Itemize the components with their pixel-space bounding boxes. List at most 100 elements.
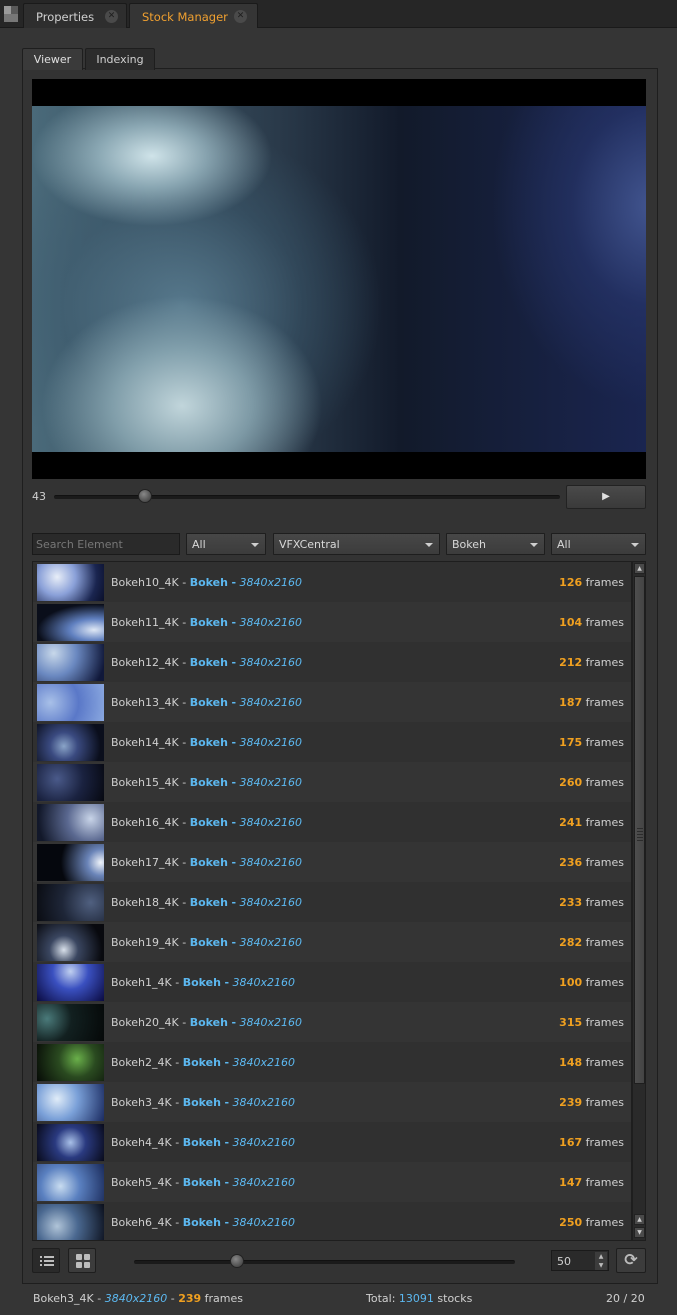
list-item[interactable]: Bokeh13_4K - Bokeh - 3840x2160 187 frames — [33, 682, 631, 722]
timeline-scrubber-handle[interactable] — [138, 489, 153, 503]
stock-label: Bokeh2_4K - Bokeh - 3840x2160 — [111, 1056, 295, 1069]
stock-frames-word: frames — [585, 1096, 624, 1109]
stock-name: Bokeh1_4K — [111, 976, 172, 989]
list-item[interactable]: Bokeh14_4K - Bokeh - 3840x2160 175 frames — [33, 722, 631, 762]
stock-category: Bokeh — [189, 896, 228, 909]
category-filter-value: Bokeh — [452, 538, 486, 551]
category-filter-dropdown[interactable]: Bokeh — [446, 533, 545, 555]
tab-properties[interactable]: Properties ✕ — [23, 3, 127, 28]
stock-category: Bokeh — [182, 1136, 221, 1149]
list-item[interactable]: Bokeh16_4K - Bokeh - 3840x2160 241 frames — [33, 802, 631, 842]
stock-resolution: 3840x2160 — [239, 656, 303, 669]
list-item[interactable]: Bokeh18_4K - Bokeh - 3840x2160 233 frames — [33, 882, 631, 922]
panel-grip-icon[interactable] — [4, 6, 18, 22]
stock-separator: - — [231, 816, 237, 829]
status-separator: - — [97, 1292, 102, 1305]
stock-label: Bokeh20_4K - Bokeh - 3840x2160 — [111, 1016, 302, 1029]
stock-frames: 126 frames — [559, 576, 624, 589]
play-button[interactable]: ▶ — [566, 485, 646, 509]
thumbnail-size-slider-handle[interactable] — [229, 1254, 244, 1268]
grid-view-button[interactable] — [68, 1248, 96, 1273]
stock-category: Bokeh — [182, 976, 221, 989]
stock-frames: 147 frames — [559, 1176, 624, 1189]
stock-frames-word: frames — [585, 896, 624, 909]
stock-label: Bokeh11_4K - Bokeh - 3840x2160 — [111, 616, 302, 629]
stock-name: Bokeh10_4K — [111, 576, 179, 589]
scrollbar-thumb[interactable] — [634, 576, 645, 1084]
stock-frames-word: frames — [585, 776, 624, 789]
list-view-button[interactable] — [32, 1248, 60, 1273]
stock-list[interactable]: Bokeh10_4K - Bokeh - 3840x2160 126 frames… — [32, 561, 632, 1241]
stock-category: Bokeh — [189, 816, 228, 829]
type-filter-value: All — [192, 538, 206, 551]
source-filter-dropdown[interactable]: VFXCentral — [273, 533, 440, 555]
scroll-up-button[interactable]: ▲ — [634, 563, 645, 574]
stock-separator: - — [175, 976, 180, 989]
list-item[interactable]: Bokeh12_4K - Bokeh - 3840x2160 212 frames — [33, 642, 631, 682]
stock-name: Bokeh18_4K — [111, 896, 179, 909]
stock-separator: - — [224, 1136, 230, 1149]
stock-separator: - — [231, 856, 237, 869]
thumbnail-size-slider[interactable] — [134, 1260, 515, 1264]
list-item[interactable]: Bokeh4_4K - Bokeh - 3840x2160 167 frames — [33, 1122, 631, 1162]
total-status: Total: 13091 stocks — [366, 1292, 472, 1305]
list-item[interactable]: Bokeh1_4K - Bokeh - 3840x2160 100 frames — [33, 962, 631, 1002]
stock-frame-count: 148 — [559, 1056, 583, 1069]
stock-label: Bokeh15_4K - Bokeh - 3840x2160 — [111, 776, 302, 789]
tab-stock-manager[interactable]: Stock Manager ✕ — [129, 3, 258, 29]
stock-category: Bokeh — [189, 656, 228, 669]
play-icon: ▶ — [602, 491, 610, 502]
stock-frames: 236 frames — [559, 856, 624, 869]
refresh-button[interactable]: ⟳ — [616, 1248, 646, 1273]
list-item[interactable]: Bokeh11_4K - Bokeh - 3840x2160 104 frames — [33, 602, 631, 642]
stock-frames-word: frames — [585, 576, 624, 589]
list-item[interactable]: Bokeh19_4K - Bokeh - 3840x2160 282 frames — [33, 922, 631, 962]
tab-viewer[interactable]: Viewer — [22, 48, 83, 70]
spin-down-icon[interactable]: ▼ — [595, 1261, 607, 1270]
stock-separator: - — [182, 1016, 187, 1029]
stock-resolution: 3840x2160 — [232, 1216, 296, 1229]
stock-frames: 282 frames — [559, 936, 624, 949]
list-item[interactable]: Bokeh2_4K - Bokeh - 3840x2160 148 frames — [33, 1042, 631, 1082]
resolution-filter-dropdown[interactable]: All — [551, 533, 646, 555]
stock-frames: 175 frames — [559, 736, 624, 749]
tab-indexing[interactable]: Indexing — [85, 48, 155, 70]
total-suffix: stocks — [437, 1292, 473, 1305]
selected-frames: 239 — [178, 1292, 202, 1305]
stock-frames: 315 frames — [559, 1016, 624, 1029]
stock-resolution: 3840x2160 — [239, 616, 303, 629]
total-label: Total: — [366, 1292, 396, 1305]
thumbnail-size-input[interactable]: 50 ▲ ▼ — [551, 1250, 609, 1271]
list-item[interactable]: Bokeh10_4K - Bokeh - 3840x2160 126 frames — [33, 562, 631, 602]
stock-frame-count: 236 — [559, 856, 583, 869]
list-scrollbar[interactable]: ▲ ▲ ▼ — [632, 561, 646, 1241]
stock-label: Bokeh4_4K - Bokeh - 3840x2160 — [111, 1136, 295, 1149]
type-filter-dropdown[interactable]: All — [186, 533, 266, 555]
stock-category: Bokeh — [189, 736, 228, 749]
close-icon[interactable]: ✕ — [105, 10, 118, 23]
close-icon[interactable]: ✕ — [234, 10, 247, 23]
list-item[interactable]: Bokeh6_4K - Bokeh - 3840x2160 250 frames — [33, 1202, 631, 1240]
stock-thumbnail — [37, 924, 104, 961]
timeline-scrubber[interactable] — [54, 495, 560, 499]
stock-frames-word: frames — [585, 736, 624, 749]
list-item[interactable]: Bokeh3_4K - Bokeh - 3840x2160 239 frames — [33, 1082, 631, 1122]
stock-frames-word: frames — [585, 1176, 624, 1189]
scroll-up-button[interactable]: ▲ — [634, 1214, 645, 1225]
list-item[interactable]: Bokeh17_4K - Bokeh - 3840x2160 236 frames — [33, 842, 631, 882]
scroll-down-button[interactable]: ▼ — [634, 1227, 645, 1238]
stock-separator: - — [231, 696, 237, 709]
search-input[interactable] — [32, 533, 180, 555]
stock-frames-word: frames — [585, 816, 624, 829]
current-frame-number: 43 — [32, 490, 46, 503]
stock-thumbnail — [37, 1084, 104, 1121]
stock-frame-count: 239 — [559, 1096, 583, 1109]
list-item[interactable]: Bokeh20_4K - Bokeh - 3840x2160 315 frames — [33, 1002, 631, 1042]
stock-frames: 187 frames — [559, 696, 624, 709]
stock-thumbnail — [37, 1124, 104, 1161]
spin-up-icon[interactable]: ▲ — [595, 1252, 607, 1261]
stock-name: Bokeh12_4K — [111, 656, 179, 669]
list-item[interactable]: Bokeh15_4K - Bokeh - 3840x2160 260 frames — [33, 762, 631, 802]
stock-separator: - — [231, 736, 237, 749]
list-item[interactable]: Bokeh5_4K - Bokeh - 3840x2160 147 frames — [33, 1162, 631, 1202]
